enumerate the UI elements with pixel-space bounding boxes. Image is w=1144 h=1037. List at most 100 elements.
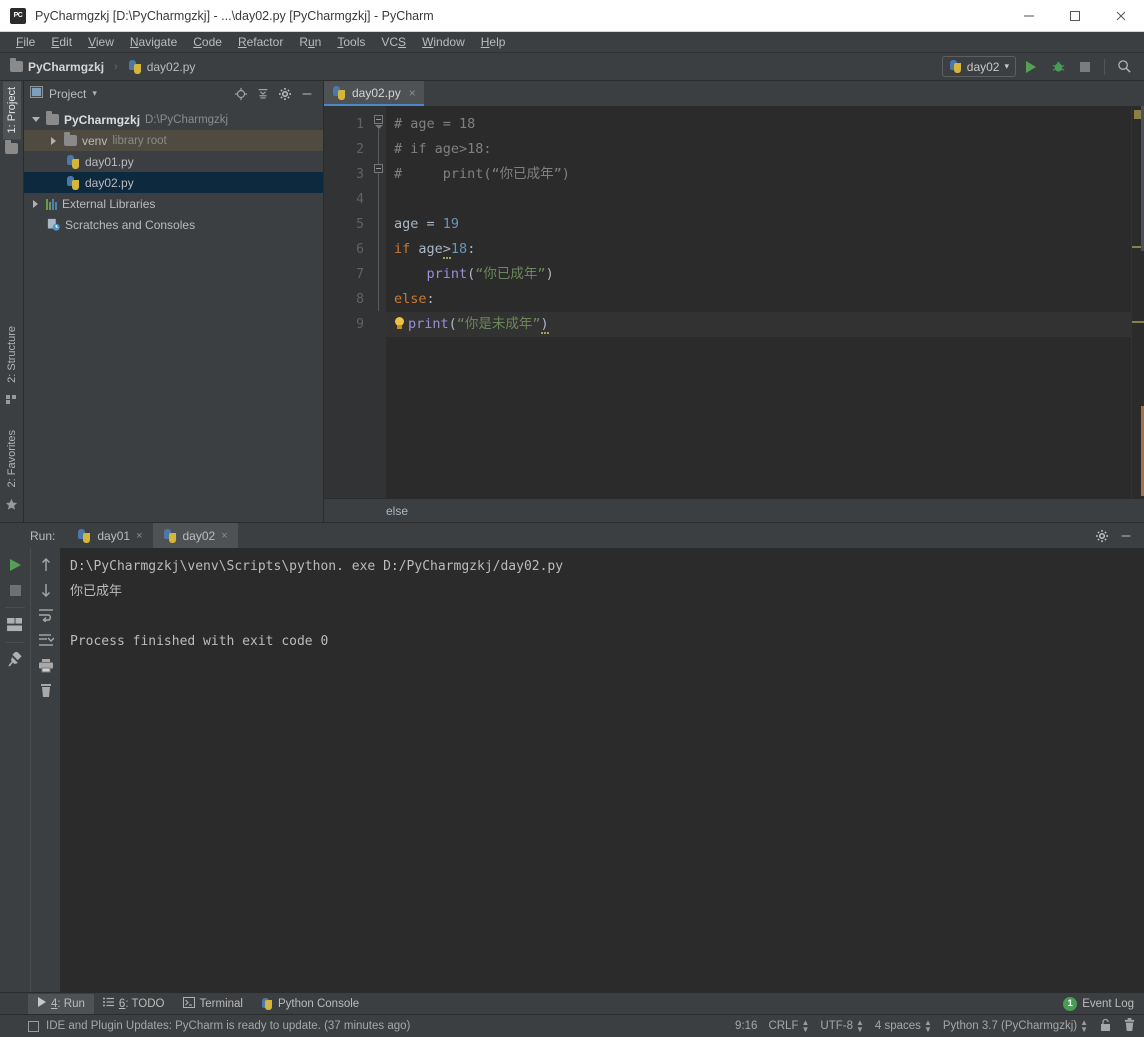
collapse-all-icon[interactable] [253,84,273,104]
menu-edit[interactable]: Edit [43,32,80,53]
trash-icon[interactable] [1123,1017,1136,1035]
chevron-right-icon[interactable] [30,198,41,209]
close-button[interactable] [1098,0,1144,32]
run-panel-header-icons [1092,526,1144,546]
print-icon[interactable] [35,654,57,676]
menu-navigate[interactable]: Navigate [122,32,185,53]
lock-icon[interactable] [1099,1018,1112,1035]
run-button[interactable] [1019,55,1043,79]
line-number: 8 [356,292,364,307]
soft-wrap-icon[interactable] [35,604,57,626]
settings-gear-icon[interactable] [1092,526,1112,546]
close-icon[interactable]: × [136,530,142,542]
event-log-button[interactable]: 1 Event Log [1063,996,1144,1011]
tool-window-tab-todo[interactable]: 6: TODO [94,994,174,1014]
stop-button[interactable] [1073,55,1097,79]
run-tab-day02[interactable]: day02 × [152,522,238,549]
tree-row-project-root[interactable]: PyCharmgzkj D:\PyCharmgzkj [24,109,323,130]
scroll-to-end-icon[interactable] [35,629,57,651]
menu-tools[interactable]: Tools [329,32,373,53]
code-line-1: # age = 18 [394,116,476,132]
run-configuration-selector[interactable]: day02 ▾ [941,56,1016,77]
run-tab-bar: Run: day01 × day02 × [0,522,1144,549]
chevron-right-icon[interactable] [48,135,59,146]
editor-breadcrumb-label: else [386,503,409,518]
menu-code[interactable]: Code [185,32,230,53]
menu-window[interactable]: Window [414,32,473,53]
locate-icon[interactable] [231,84,251,104]
hide-panel-icon[interactable] [1116,526,1136,546]
breadcrumb-project[interactable]: PyCharmgzkj [28,60,104,74]
tree-row-day01[interactable]: day01.py [24,151,323,172]
minimize-button[interactable] [1006,0,1052,32]
trash-icon[interactable] [35,679,57,701]
fold-toggle-line-3[interactable] [374,164,383,173]
line-number: 1 [356,117,364,132]
tree-row-venv[interactable]: venv library root [24,130,323,151]
tree-label: External Libraries [62,196,156,211]
menu-file[interactable]: File [8,32,43,53]
sidebar-item-project[interactable]: 1: Project [2,81,21,140]
tree-row-scratches[interactable]: Scratches and Consoles [24,214,323,235]
sidebar-item-favorites[interactable]: 2: Favorites [3,424,21,493]
maximize-button[interactable] [1052,0,1098,32]
tree-row-day02[interactable]: day02.py [24,172,323,193]
tool-window-tab-python-console[interactable]: Python Console [252,994,368,1014]
encoding-selector[interactable]: UTF-8 ▲ ▼ [820,1019,864,1034]
tree-suffix: D:\PyCharmgzkj [145,113,229,126]
tree-label: Scratches and Consoles [65,217,196,232]
line-separator-selector[interactable]: CRLF ▲ ▼ [768,1019,809,1034]
tool-window-tab-terminal[interactable]: Terminal [174,994,252,1014]
project-panel-caret-icon[interactable]: ▾ [92,88,97,99]
left-tool-strip: 1: Project 2: Structure 2: Favorites [0,81,24,522]
stop-icon[interactable] [4,579,26,601]
project-strip-folder-icon [5,140,18,155]
tool-window-tab-run[interactable]: 4: Run [28,993,94,1014]
up-arrow-icon[interactable] [35,554,57,576]
python-file-icon [332,85,346,100]
editor-breadcrumb[interactable]: else [324,498,1144,522]
warning-marker[interactable] [1132,321,1144,323]
close-icon[interactable]: × [221,530,227,542]
hide-panel-icon[interactable] [297,84,317,104]
code-content[interactable]: # age = 18 # if age>18: # print(“你已成年”) … [386,106,1131,498]
interpreter-selector[interactable]: Python 3.7 (PyCharmgzkj) ▲ ▼ [943,1019,1088,1034]
tree-row-external-libraries[interactable]: External Libraries [24,193,323,214]
settings-gear-icon[interactable] [275,84,295,104]
code-folding-strip [372,106,386,498]
caret-position[interactable]: 9:16 [735,1020,757,1032]
editor-marker-strip[interactable] [1131,106,1144,498]
tool-window-tab-python-console-label: Python Console [277,997,360,1010]
debug-button[interactable] [1046,55,1070,79]
breadcrumb-file[interactable]: day02.py [147,60,196,74]
intention-bulb-icon[interactable] [394,317,405,330]
sidebar-item-structure[interactable]: 2: Structure [3,320,21,389]
code-line-5: age = 19 [394,216,460,232]
menu-run[interactable]: Run [291,32,329,53]
indent-selector[interactable]: 4 spaces ▲ ▼ [874,1019,932,1034]
rerun-icon[interactable] [4,554,26,576]
fold-toggle-line-1[interactable] [374,115,383,124]
run-console-output[interactable]: D:\PyCharmgzkj\venv\Scripts\python. exe … [60,548,1144,992]
down-arrow-icon[interactable] [35,579,57,601]
tree-label: day02.py [85,175,134,190]
layout-icon[interactable] [4,614,26,636]
menu-vcs[interactable]: VCS [373,32,414,53]
code-line-2: # if age>18: [394,141,492,157]
folder-icon [10,58,23,72]
event-log-badge: 1 [1063,996,1078,1011]
encoding-label: UTF-8 [820,1020,853,1032]
run-tab-day01[interactable]: day01 × [67,523,152,549]
search-everywhere-icon[interactable] [1112,55,1136,79]
close-icon[interactable]: × [409,86,416,100]
indent-label: 4 spaces [874,1020,921,1032]
pycharm-window: PC PyCharmgzkj [D:\PyCharmgzkj] - ...\da… [0,0,1144,1037]
menu-refactor[interactable]: Refactor [230,32,291,53]
chevron-down-icon[interactable] [30,114,41,125]
menu-help[interactable]: Help [473,32,514,53]
status-message[interactable]: IDE and Plugin Updates: PyCharm is ready… [28,1020,410,1032]
pin-icon[interactable] [4,649,26,671]
run-tab-label: day01 [97,528,131,543]
menu-view[interactable]: View [80,32,122,53]
tab-day02-py[interactable]: day02.py × [324,81,424,106]
